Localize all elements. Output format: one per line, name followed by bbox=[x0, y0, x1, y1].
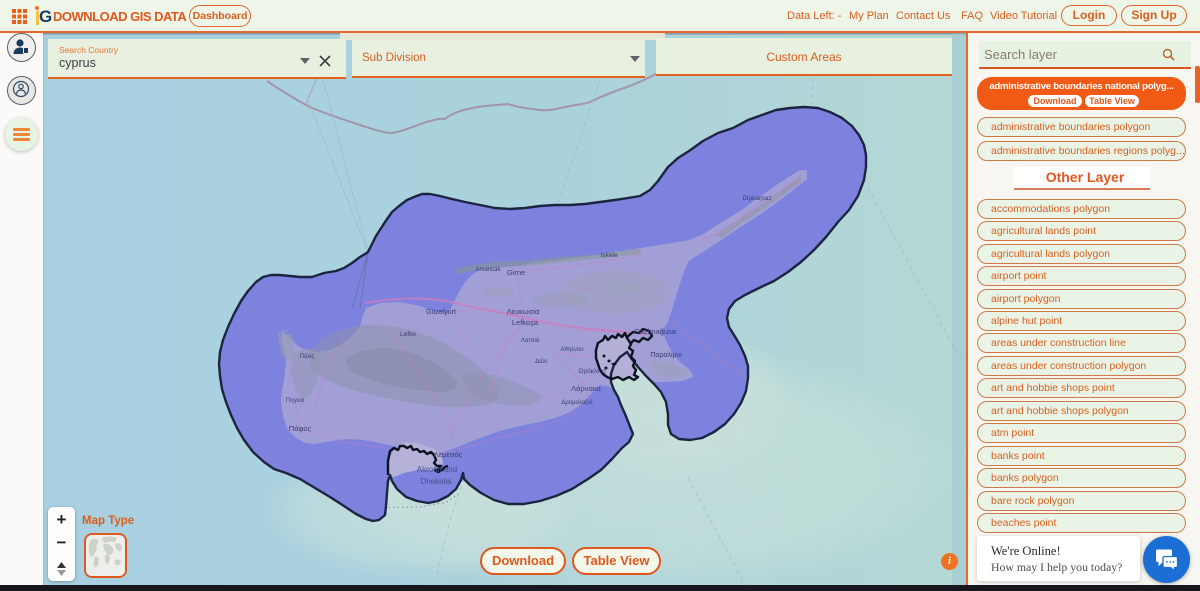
svg-text:Iskele: Iskele bbox=[601, 252, 618, 259]
svg-text:Λευκωσία: Λευκωσία bbox=[507, 307, 540, 316]
svg-text:Δάλι: Δάλι bbox=[535, 358, 547, 365]
svg-text:Δρομολαξιά: Δρομολαξιά bbox=[561, 399, 593, 406]
svg-text:Λεμεσός: Λεμεσός bbox=[434, 450, 463, 459]
svg-text:Girne: Girne bbox=[507, 268, 525, 277]
svg-text:Lefkoşa: Lefkoşa bbox=[512, 318, 539, 327]
svg-text:Dhekelia: Dhekelia bbox=[420, 477, 452, 486]
svg-text:Πόλις: Πόλις bbox=[300, 353, 315, 360]
svg-text:Πάφος: Πάφος bbox=[289, 424, 312, 433]
svg-text:Πηγεια: Πηγεια bbox=[286, 398, 305, 404]
svg-text:Αθηένου: Αθηένου bbox=[561, 346, 584, 353]
svg-text:Arsancak: Arsancak bbox=[475, 267, 501, 273]
svg-text:Λάρνακα: Λάρνακα bbox=[571, 384, 601, 393]
svg-text:Lefke: Lefke bbox=[400, 331, 416, 338]
svg-text:Güzelyurt: Güzelyurt bbox=[426, 309, 456, 316]
svg-text:Dipkarpaz: Dipkarpaz bbox=[742, 195, 771, 202]
svg-text:Παραλίμνι: Παραλίμνι bbox=[650, 351, 682, 359]
svg-text:Gazimağusa: Gazimağusa bbox=[634, 327, 677, 336]
svg-text:Ορόκλινη: Ορόκλινη bbox=[578, 367, 606, 375]
svg-text:Akrotiri and: Akrotiri and bbox=[417, 465, 457, 474]
svg-text:Λατσιά: Λατσιά bbox=[521, 337, 540, 344]
